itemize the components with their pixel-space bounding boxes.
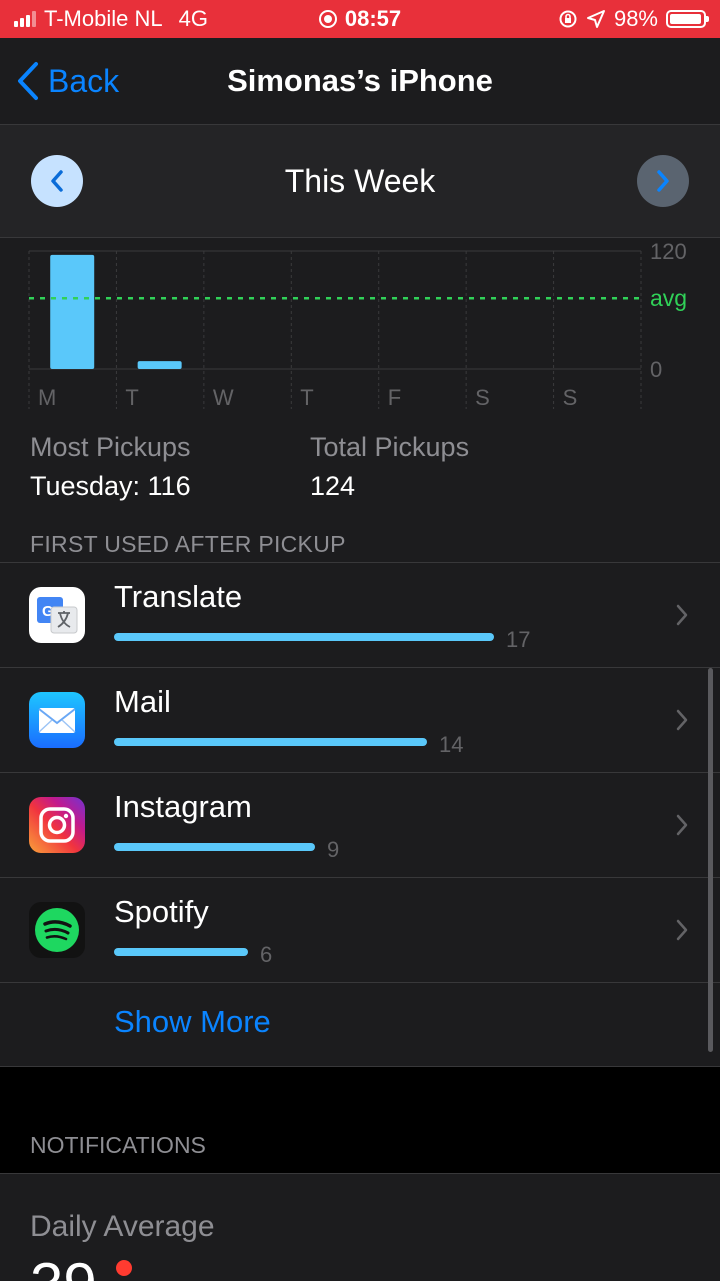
chart-ytick-label: 120 bbox=[650, 239, 687, 264]
navigation-bar: Back Simonas’s iPhone bbox=[0, 38, 720, 125]
total-pickups-value: 124 bbox=[310, 471, 356, 501]
chevron-right-icon bbox=[676, 604, 688, 626]
daily-average-value: 39 bbox=[30, 1250, 97, 1281]
battery-percent: 98% bbox=[613, 6, 658, 31]
chevron-right-icon bbox=[657, 170, 669, 192]
next-week-button[interactable] bbox=[637, 155, 689, 207]
translate-icon: G bbox=[29, 587, 85, 643]
battery-icon bbox=[666, 10, 709, 28]
chart-xtick-label: M bbox=[38, 385, 56, 410]
pickups-chart: 120 avg 0 M T W T F S S bbox=[0, 238, 720, 418]
screen-recording-icon bbox=[318, 10, 337, 28]
chart-ytick-label: 0 bbox=[650, 357, 662, 382]
spotify-icon bbox=[29, 902, 85, 958]
app-name: Mail bbox=[114, 684, 171, 719]
usage-bar bbox=[114, 843, 315, 851]
usage-count: 17 bbox=[506, 627, 531, 652]
app-name: Instagram bbox=[114, 789, 252, 824]
mail-icon bbox=[29, 692, 85, 748]
app-row-instagram[interactable]: Instagram 9 bbox=[0, 773, 720, 878]
chart-xtick-label: F bbox=[388, 385, 401, 410]
first-used-header: FIRST USED AFTER PICKUP bbox=[30, 531, 346, 557]
status-time: 08:57 bbox=[344, 6, 402, 31]
location-arrow-icon bbox=[586, 10, 605, 28]
status-bar: T-Mobile NL 4G 08:57 98% bbox=[0, 0, 720, 38]
app-name: Spotify bbox=[114, 894, 209, 929]
app-name: Translate bbox=[114, 579, 243, 614]
usage-count: 6 bbox=[260, 942, 273, 967]
chart-xtick-label: S bbox=[475, 385, 490, 410]
first-used-list: G Translate 17 Mail 14 Instagram 9 Spoti… bbox=[0, 562, 720, 983]
most-pickups: Most Pickups Tuesday: 116 bbox=[30, 432, 191, 502]
chevron-right-icon bbox=[676, 919, 688, 941]
pickups-card: 120 avg 0 M T W T F S S Most Pickups Tuesday: 116… bbox=[0, 238, 720, 1067]
chevron-right-icon bbox=[676, 709, 688, 731]
chart-xtick-label: T bbox=[125, 385, 138, 410]
app-row-mail[interactable]: Mail 14 bbox=[0, 668, 720, 773]
orientation-lock-icon bbox=[559, 10, 577, 28]
total-pickups-label: Total Pickups bbox=[310, 432, 470, 462]
usage-count: 14 bbox=[439, 732, 464, 757]
chart-bar bbox=[137, 361, 182, 369]
chart-bar bbox=[50, 254, 95, 369]
week-title: This Week bbox=[284, 162, 436, 199]
most-pickups-label: Most Pickups bbox=[30, 432, 191, 462]
page-title: Simonas’s iPhone bbox=[227, 63, 493, 98]
chevron-right-icon bbox=[676, 814, 688, 836]
usage-count: 9 bbox=[327, 837, 340, 862]
pickups-chart-svg: 120 avg 0 M T W T F S S bbox=[28, 239, 687, 410]
usage-bar bbox=[114, 633, 494, 641]
notifications-card: Daily Average 39 bbox=[0, 1173, 720, 1281]
app-row-translate[interactable]: G Translate 17 bbox=[0, 563, 720, 668]
usage-bar bbox=[114, 948, 248, 956]
chart-average-label: avg bbox=[650, 285, 687, 311]
usage-bar bbox=[114, 738, 427, 746]
scroll-indicator[interactable] bbox=[708, 668, 713, 1052]
chart-xtick-label: W bbox=[213, 385, 234, 410]
notifications-header: NOTIFICATIONS bbox=[30, 1132, 206, 1158]
total-pickups: Total Pickups 124 bbox=[310, 432, 469, 502]
most-pickups-value: Tuesday: 116 bbox=[30, 471, 191, 501]
chart-xtick-label: S bbox=[563, 385, 578, 410]
app-row-spotify[interactable]: Spotify 6 bbox=[0, 878, 720, 983]
show-more-link[interactable]: Show More bbox=[114, 1004, 271, 1040]
instagram-icon bbox=[29, 797, 85, 853]
notification-dot bbox=[116, 1260, 132, 1276]
week-selector: This Week bbox=[0, 125, 720, 238]
chart-xtick-label: T bbox=[300, 385, 313, 410]
daily-average-label: Daily Average bbox=[30, 1210, 215, 1243]
